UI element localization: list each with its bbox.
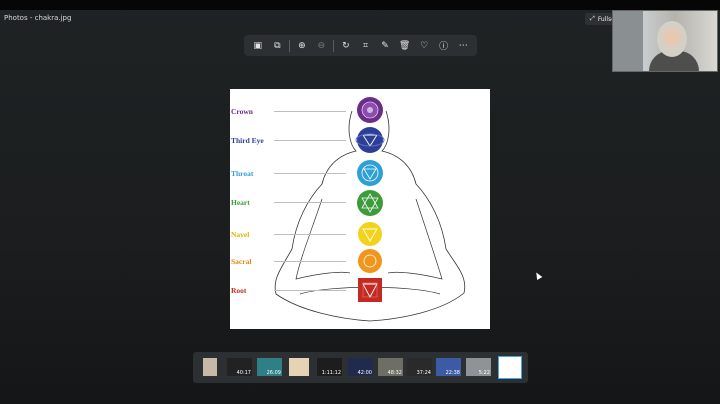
filmstrip-thumbnail[interactable]: 42:00 xyxy=(348,358,373,376)
filmstrip-thumbnail[interactable] xyxy=(203,358,217,376)
root-chakra-icon xyxy=(358,278,382,302)
filmstrip-thumbnail-selected[interactable] xyxy=(498,356,522,379)
third-eye-chakra-icon xyxy=(355,127,385,153)
throat-chakra-icon xyxy=(357,160,383,186)
toolbar-divider xyxy=(333,39,335,52)
thumbnail-duration: 26:09 xyxy=(266,370,281,376)
webcam-overlay xyxy=(612,10,718,72)
thumbnail-duration: 22:38 xyxy=(445,370,460,376)
toolbar-divider xyxy=(289,39,291,52)
filmstrip: 40:17 26:09 1:11:12 42:00 48:32 37:24 22… xyxy=(193,352,528,383)
sacral-chakra-icon xyxy=(358,249,382,273)
filmstrip-thumbnail[interactable]: 5:22 xyxy=(466,358,491,376)
mouse-cursor xyxy=(533,270,543,281)
zoom-in-icon[interactable]: ⊕ xyxy=(292,36,312,56)
thumbnail-duration: 5:22 xyxy=(478,370,490,376)
filmstrip-thumbnail[interactable]: 26:09 xyxy=(257,358,282,376)
fullscreen-label: Fullscreen xyxy=(597,15,612,23)
zoom-out-icon[interactable]: ⊖ xyxy=(312,36,332,56)
save-copy-icon[interactable]: ▣ xyxy=(248,36,268,56)
image-toolbar: ▣ ⧉ ⊕ ⊖ ↻ ⌗ ✎ 🗑 ♡ ⓘ ⋯ xyxy=(244,35,477,56)
filmstrip-thumbnail[interactable]: 1:11:12 xyxy=(317,358,342,376)
thumbnail-duration: 42:00 xyxy=(357,370,372,376)
crop-icon[interactable]: ⌗ xyxy=(356,36,376,56)
thumbnail-duration: 48:32 xyxy=(387,370,402,376)
chakra-symbols xyxy=(355,97,385,302)
filmstrip-thumbnail[interactable]: 40:17 xyxy=(227,358,252,376)
navel-chakra-icon xyxy=(358,222,382,246)
chakra-image: Crown Third Eye Throat Heart Navel Sacra… xyxy=(230,89,490,329)
filmstrip-thumbnail[interactable] xyxy=(289,358,309,376)
crown-chakra-icon xyxy=(357,97,383,123)
markup-pen-icon[interactable]: ✎ xyxy=(375,36,395,56)
thumbnail-duration: 37:24 xyxy=(416,370,431,376)
webcam-person-head xyxy=(657,21,687,57)
filmstrip-thumbnail[interactable]: 37:24 xyxy=(407,358,432,376)
os-top-bar xyxy=(0,0,720,10)
rotate-icon[interactable]: ↻ xyxy=(336,36,356,56)
window-title: Photos - chakra.jpg xyxy=(4,14,72,22)
thumbnail-duration: 1:11:12 xyxy=(321,370,341,376)
filmstrip-thumbnail[interactable]: 22:38 xyxy=(436,358,461,376)
more-options-icon[interactable]: ⋯ xyxy=(453,36,473,56)
expand-icon: ⤢ xyxy=(590,15,595,22)
delete-icon[interactable]: 🗑 xyxy=(395,36,415,56)
fullscreen-button[interactable]: ⤢ Fullscreen xyxy=(585,13,615,25)
heart-chakra-icon xyxy=(357,190,383,216)
filmstrip-thumbnail[interactable]: 48:32 xyxy=(378,358,403,376)
favorite-heart-icon[interactable]: ♡ xyxy=(414,36,434,56)
webcam-background xyxy=(613,11,643,71)
info-icon[interactable]: ⓘ xyxy=(434,36,454,56)
edit-image-icon[interactable]: ⧉ xyxy=(268,36,288,56)
thumbnail-duration: 40:17 xyxy=(236,370,251,376)
